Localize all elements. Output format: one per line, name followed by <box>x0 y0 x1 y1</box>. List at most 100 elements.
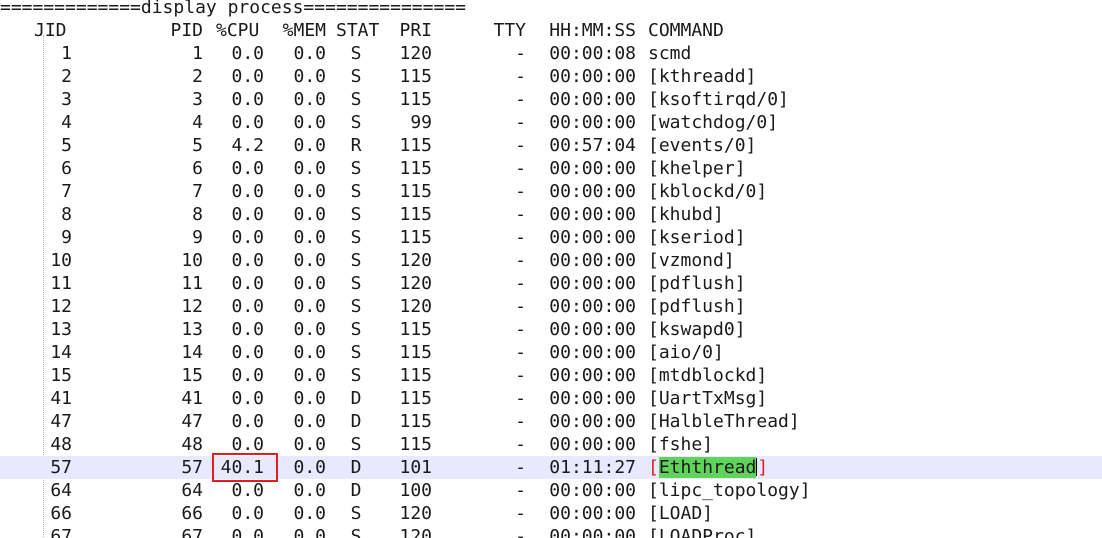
cell-mem: 0.0 <box>293 181 326 202</box>
cell-stat: S <box>350 181 362 202</box>
cell-command: [ksoftirqd/0] <box>648 89 789 110</box>
cell-pri: 120 <box>399 273 432 294</box>
cell-pid: 15 <box>181 365 203 386</box>
cell-command: [khubd] <box>648 204 724 225</box>
cell-jid: 64 <box>50 480 72 501</box>
table-row[interactable]: 1 1 0.0 0.0 S 120 - 00:00:08 scmd <box>0 42 1102 65</box>
cell-jid: 7 <box>61 181 72 202</box>
cell-pri: 115 <box>399 227 432 248</box>
cell-stat: S <box>350 365 362 386</box>
cell-jid: 5 <box>61 135 72 156</box>
cell-cpu: 0.0 <box>231 273 264 294</box>
cell-tty: - <box>515 480 526 501</box>
cell-pid: 41 <box>181 388 203 409</box>
cell-pid: 3 <box>192 89 203 110</box>
cell-pri: 120 <box>399 526 432 538</box>
cell-jid: 9 <box>61 227 72 248</box>
cell-time: 00:00:00 <box>549 411 636 432</box>
cell-jid: 4 <box>61 112 72 133</box>
cell-pid: 4 <box>192 112 203 133</box>
cell-tty: - <box>515 388 526 409</box>
header-mem: %MEM <box>282 20 326 41</box>
cell-tty: - <box>515 158 526 179</box>
cpu-highlight-box <box>212 453 278 482</box>
cell-pid: 67 <box>181 526 203 538</box>
table-row[interactable]: 48 48 0.0 0.0 S 115-00:00:00 [fshe] <box>0 433 1102 456</box>
cell-mem: 0.0 <box>293 503 326 524</box>
cell-pri: 115 <box>399 365 432 386</box>
cell-time: 00:00:00 <box>549 89 636 110</box>
cell-mem: 0.0 <box>293 204 326 225</box>
close-bracket-match: ] <box>757 457 769 478</box>
table-row[interactable]: 57 57 40.1 0.0 D 101-01:11:27 [Eththread] <box>0 453 1102 482</box>
cell-command: [aio/0] <box>648 342 724 363</box>
cell-cpu: 0.0 <box>231 43 264 64</box>
cell-mem: 0.0 <box>293 43 326 64</box>
cell-mem: 0.0 <box>293 526 326 538</box>
cell-stat: D <box>350 411 362 432</box>
cell-time: 00:00:00 <box>549 204 636 225</box>
cell-time: 01:11:27 <box>549 457 636 478</box>
cell-jid: 15 <box>50 365 72 386</box>
table-row[interactable]: 67 67 0.0 0.0 S 120 - 00:00:00 [LOADProc] <box>0 525 1102 538</box>
cell-tty: - <box>515 365 526 386</box>
table-row[interactable]: 14 14 0.0 0.0 S 115 - 00:00:00 [aio/0] <box>0 341 1102 364</box>
table-row[interactable]: 2 2 0.0 0.0 S 115 - 00:00:00 [kthreadd] <box>0 65 1102 88</box>
table-row[interactable]: 66 66 0.0 0.0 S 120 - 00:00:00 [LOAD] <box>0 502 1102 525</box>
table-row[interactable]: 6 6 0.0 0.0 S 115 - 00:00:00 [khelper] <box>0 157 1102 180</box>
cell-time: 00:00:08 <box>549 43 636 64</box>
table-row[interactable]: 10 10 0.0 0.0 S 120 - 00:00:00 [vzmond] <box>0 249 1102 272</box>
cell-command: [kblockd/0] <box>648 181 768 202</box>
cell-pri: 120 <box>399 250 432 271</box>
cell-cpu: 0.0 <box>231 503 264 524</box>
cell-pri: 115 <box>399 89 432 110</box>
table-row[interactable]: 12 12 0.0 0.0 S 120 - 00:00:00 [pdflush] <box>0 295 1102 318</box>
cell-pri: 115 <box>399 319 432 340</box>
table-row[interactable]: 9 9 0.0 0.0 S 115 - 00:00:00 [kseriod] <box>0 226 1102 249</box>
cell-pri: 115 <box>399 411 432 432</box>
cell-jid: 11 <box>50 273 72 294</box>
cell-pid: 14 <box>181 342 203 363</box>
cell-stat: S <box>350 89 362 110</box>
cell-pri: 115 <box>399 204 432 225</box>
cell-tty: - <box>515 296 526 317</box>
cell-command: [Eththread] <box>648 456 1102 479</box>
cell-jid: 6 <box>61 158 72 179</box>
table-row[interactable]: 15 15 0.0 0.0 S 115 - 00:00:00 [mtdblockd] <box>0 364 1102 387</box>
cell-tty: - <box>515 135 526 156</box>
cell-stat: S <box>350 204 362 225</box>
cell-time: 00:00:00 <box>549 273 636 294</box>
table-row[interactable]: 47 47 0.0 0.0 D 115 - 00:00:00 [HalbleThread] <box>0 410 1102 433</box>
cell-mem: 0.0 <box>293 411 326 432</box>
cell-pid: 64 <box>181 480 203 501</box>
text-editor[interactable]: =============display process============… <box>0 0 1102 538</box>
cell-pri: 115 <box>399 135 432 156</box>
cell-cpu: 4.2 <box>231 135 264 156</box>
table-row[interactable]: 13 13 0.0 0.0 S 115 - 00:00:00 [kswapd0] <box>0 318 1102 341</box>
cell-mem: 0.0 <box>293 89 326 110</box>
cell-pid: 2 <box>192 66 203 87</box>
cell-pid: 8 <box>192 204 203 225</box>
table-row[interactable]: 64 64 0.0 0.0 D 100 - 00:00:00 [lipc_topology] <box>0 479 1102 502</box>
cell-command: scmd <box>648 43 692 64</box>
cell-cpu: 0.0 <box>231 66 264 87</box>
table-row[interactable]: 5 5 4.2 0.0 R 115 - 00:57:04 [events/0] <box>0 134 1102 157</box>
column-header-row: JID PID %CPU %MEM STAT PRI TTY HH:MM:SS … <box>0 19 1102 42</box>
selected-word: Eththread <box>658 457 757 478</box>
table-row[interactable]: 41 41 0.0 0.0 D 115 - 00:00:00 [UartTxMsg] <box>0 387 1102 410</box>
cell-time: 00:00:00 <box>549 480 636 501</box>
cell-command: [kthreadd] <box>648 66 757 87</box>
cell-cpu: 0.0 <box>231 250 264 271</box>
cell-tty: - <box>515 204 526 225</box>
table-row[interactable]: 7 7 0.0 0.0 S 115 - 00:00:00 [kblockd/0] <box>0 180 1102 203</box>
cell-command: [lipc_topology] <box>648 480 811 501</box>
cell-mem: 0.0 <box>293 112 326 133</box>
cell-time: 00:57:04 <box>549 135 636 156</box>
cell-command: [LOADProc] <box>648 526 757 538</box>
cell-jid: 57 <box>50 457 72 478</box>
table-row[interactable]: 8 8 0.0 0.0 S 115 - 00:00:00 [khubd] <box>0 203 1102 226</box>
table-row[interactable]: 3 3 0.0 0.0 S 115 - 00:00:00 [ksoftirqd/0] <box>0 88 1102 111</box>
table-row[interactable]: 11 11 0.0 0.0 S 120 - 00:00:00 [pdflush] <box>0 272 1102 295</box>
table-row[interactable]: 4 4 0.0 0.0 S 99 - 00:00:00 [watchdog/0] <box>0 111 1102 134</box>
cell-mem: 0.0 <box>293 273 326 294</box>
